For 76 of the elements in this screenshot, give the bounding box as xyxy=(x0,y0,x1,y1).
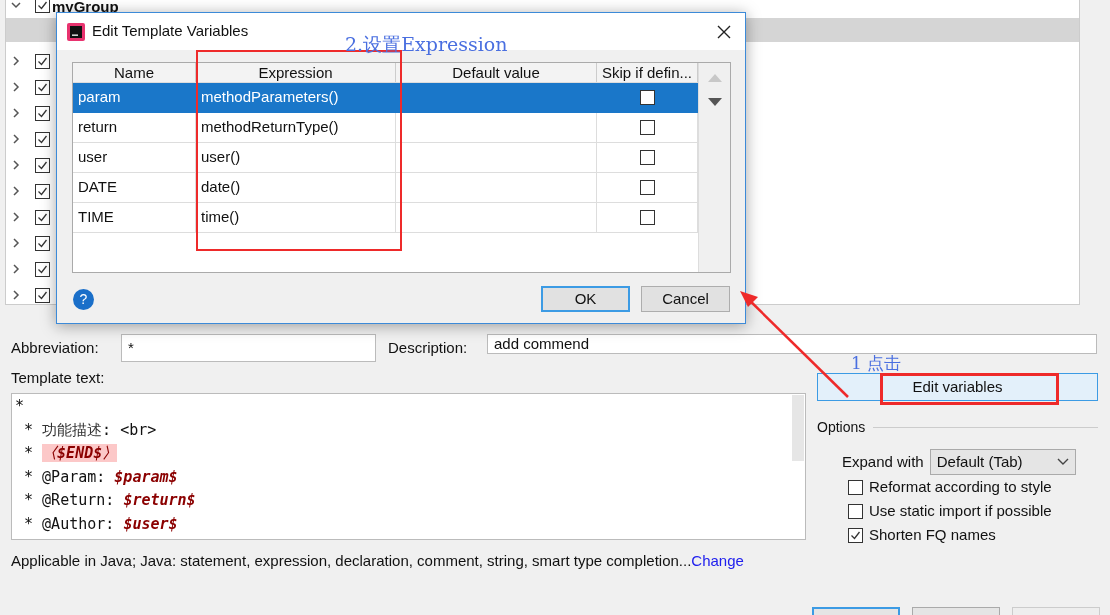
chevron-right-icon[interactable] xyxy=(11,186,21,196)
table-cell-text: time() xyxy=(201,207,240,228)
table-cell-text: user xyxy=(78,147,108,168)
scrollbar[interactable] xyxy=(792,395,804,461)
chevron-down-icon[interactable] xyxy=(11,0,21,10)
checkbox[interactable] xyxy=(848,503,863,519)
chevron-right-icon[interactable] xyxy=(11,264,21,274)
template-editor[interactable]: * * 功能描述: <br> * 〈$END$〉 * @Param: $param$ * @Return: $return$ * @Author: $user$ xyxy=(11,393,806,540)
checkbox[interactable] xyxy=(35,157,50,173)
checkbox[interactable] xyxy=(35,105,50,121)
option-label[interactable]: Reformat according to style xyxy=(869,475,1052,499)
checkbox[interactable] xyxy=(35,235,50,251)
checkbox[interactable] xyxy=(639,180,655,195)
table-row[interactable]: TIME time() xyxy=(73,203,698,233)
table-cell-text: methodReturnType() xyxy=(201,117,339,138)
template-text-label: Template text: xyxy=(11,368,106,388)
abbreviation-field[interactable]: * xyxy=(121,334,376,362)
help-button[interactable]: ? xyxy=(73,288,94,310)
option-label[interactable]: Shorten FQ names xyxy=(869,523,996,547)
chevron-down-icon xyxy=(1056,458,1069,466)
chevron-right-icon[interactable] xyxy=(11,238,21,248)
checkbox[interactable] xyxy=(639,210,655,225)
table-row[interactable]: user user() xyxy=(73,143,698,173)
checkbox[interactable] xyxy=(35,0,50,13)
table-cell-text: methodParameters() xyxy=(201,87,339,108)
checkbox[interactable] xyxy=(35,53,50,69)
dialog-button[interactable]: Cancel xyxy=(641,286,730,312)
checkbox[interactable] xyxy=(639,90,655,105)
option-label[interactable]: Use static import if possible xyxy=(869,499,1052,523)
change-link[interactable]: Change xyxy=(691,552,744,569)
options-title: Options xyxy=(817,418,866,437)
table-cell-text: date() xyxy=(201,177,241,198)
checkbox[interactable] xyxy=(35,79,50,95)
chevron-right-icon[interactable] xyxy=(11,160,21,170)
table-row[interactable]: DATE date() xyxy=(73,173,698,203)
checkbox[interactable] xyxy=(35,131,50,147)
chevron-right-icon[interactable] xyxy=(11,82,21,92)
description-label: Description: xyxy=(388,337,469,358)
checkbox[interactable] xyxy=(35,287,50,303)
table-cell-text: DATE xyxy=(78,177,117,198)
annotation-text: 1 点击 xyxy=(851,355,902,372)
checkbox[interactable] xyxy=(35,261,50,277)
code-line: * @Author: $user$ xyxy=(23,513,179,535)
applicable-text: Applicable in Java; Java: statement, expression, declaration, comment, string, smart type completion... xyxy=(11,552,692,569)
expand-with-select[interactable]: Default (Tab) xyxy=(929,449,1076,475)
chevron-right-icon[interactable] xyxy=(11,290,21,300)
dialog-button[interactable]: OK xyxy=(541,286,630,312)
checkbox[interactable] xyxy=(848,527,863,543)
table-cell-text: TIME xyxy=(78,207,114,228)
description-field[interactable]: add commend xyxy=(487,334,1097,354)
checkbox[interactable] xyxy=(848,479,863,495)
annotation-text: 2.设置Expression xyxy=(345,33,508,55)
code-line: * xyxy=(14,396,26,417)
chevron-right-icon[interactable] xyxy=(11,108,21,118)
code-line: * @Param: $param$ xyxy=(23,466,179,488)
chevron-right-icon[interactable] xyxy=(11,134,21,144)
checkbox[interactable] xyxy=(639,150,655,165)
tree-item-label[interactable]: myGroup xyxy=(52,0,119,14)
close-icon[interactable] xyxy=(717,24,731,39)
chevron-right-icon[interactable] xyxy=(11,212,21,222)
table-cell-text: param xyxy=(78,87,121,108)
chevron-right-icon[interactable] xyxy=(11,56,21,66)
checkbox[interactable] xyxy=(35,209,50,225)
app-logo-icon xyxy=(67,22,85,41)
table-cell-text: user() xyxy=(201,147,241,168)
checkbox[interactable] xyxy=(639,120,655,135)
expand-with-label: Expand with xyxy=(842,451,924,472)
code-line: * 〈$END$〉 xyxy=(23,443,119,464)
table-cell-text: return xyxy=(78,117,118,138)
table-row[interactable]: return methodReturnType() xyxy=(73,113,698,143)
abbreviation-label: Abbreviation: xyxy=(11,337,100,358)
move-down-icon[interactable] xyxy=(707,98,722,106)
code-line: * 功能描述: <br> xyxy=(23,419,158,441)
checkbox[interactable] xyxy=(35,183,50,199)
dialog-title: Edit Template Variables xyxy=(92,21,249,42)
code-line: * @Return: $return$ xyxy=(23,490,197,511)
